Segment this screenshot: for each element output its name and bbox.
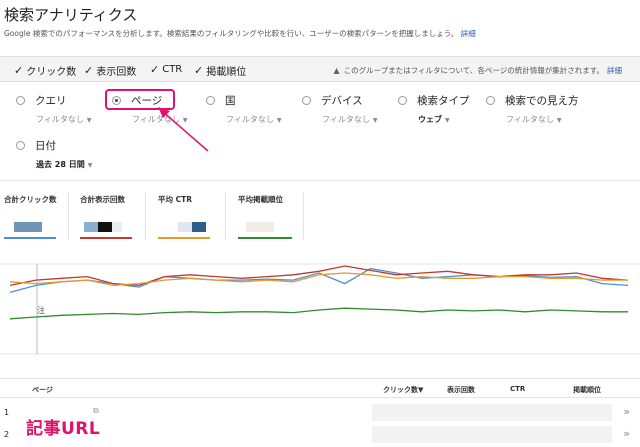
group-query[interactable]: クエリ フィルタなし ▼ <box>16 93 91 125</box>
check-icon: ✓ <box>150 63 160 76</box>
performance-line-chart <box>0 263 640 355</box>
total-clicks-card[interactable]: 合計クリック数 <box>4 194 57 205</box>
position-series-line <box>9 307 628 320</box>
caret-down-icon: ▼ <box>445 117 450 124</box>
caret-down-icon: ▼ <box>372 117 378 124</box>
divider <box>68 192 69 240</box>
clicks-checkbox-label: クリック数 <box>26 67 77 78</box>
chart-annotation-marker[interactable]: 注 <box>37 305 45 316</box>
check-icon: ✓ <box>194 64 204 77</box>
radio-icon[interactable] <box>302 96 311 105</box>
total-impressions-value-redacted <box>98 222 112 232</box>
note-details-link[interactable]: 詳細 <box>607 66 622 75</box>
caret-down-icon: ▼ <box>86 117 92 124</box>
total-impressions-value-redacted <box>84 222 98 232</box>
caret-down-icon: ▼ <box>556 117 562 124</box>
article-url-annotation: 記事URL <box>26 419 101 439</box>
row-values-redacted <box>372 426 612 443</box>
divider <box>303 192 304 240</box>
group-search-type-filter[interactable]: ウェブ ▼ <box>418 114 470 125</box>
total-impressions-value-redacted <box>112 222 122 232</box>
position-checkbox-label: 掲載順位 <box>206 67 247 78</box>
impressions-checkbox[interactable]: ✓ 表示回数 <box>84 63 136 78</box>
group-date[interactable]: 日付 過去 28 日間 ▼ <box>16 138 92 170</box>
avg-position-value-redacted <box>246 222 274 232</box>
check-icon: ✓ <box>84 64 94 77</box>
column-header-clicks[interactable]: クリック数▼ <box>383 385 423 395</box>
avg-position-card[interactable]: 平均掲載順位 <box>238 194 283 205</box>
group-query-label: クエリ <box>35 95 67 107</box>
total-clicks-label: 合計クリック数 <box>4 195 57 204</box>
position-checkbox[interactable]: ✓ 掲載順位 <box>194 63 246 78</box>
annotation-arrow-icon <box>158 107 209 152</box>
group-search-type[interactable]: 検索タイプ ウェブ ▼ <box>398 93 470 125</box>
expand-chevron-icon[interactable]: » <box>623 427 630 440</box>
radio-icon[interactable] <box>16 96 25 105</box>
radio-icon[interactable] <box>486 96 495 105</box>
ctr-checkbox-label: CTR <box>162 64 183 75</box>
group-search-type-label: 検索タイプ <box>417 95 470 107</box>
group-country-filter[interactable]: フィルタなし ▼ <box>226 114 281 125</box>
total-clicks-underline <box>4 237 56 239</box>
avg-ctr-value-redacted <box>192 222 206 232</box>
group-date-filter[interactable]: 過去 28 日間 ▼ <box>36 159 92 170</box>
ctr-checkbox[interactable]: ✓ CTR <box>150 63 182 76</box>
row-values-redacted <box>372 404 612 421</box>
page-title: 検索アナリティクス <box>4 6 138 24</box>
radio-icon[interactable] <box>16 141 25 150</box>
caret-down-icon: ▼ <box>87 162 93 169</box>
expand-chevron-icon[interactable]: » <box>623 405 630 418</box>
group-device-label: デバイス <box>321 95 363 107</box>
column-header-page[interactable]: ページ <box>32 385 53 395</box>
total-clicks-value-redacted <box>14 222 42 232</box>
column-header-position[interactable]: 掲載順位 <box>573 385 601 395</box>
divider <box>145 192 146 240</box>
caret-down-icon: ▼ <box>276 117 282 124</box>
check-icon: ✓ <box>14 64 24 77</box>
divider <box>0 180 640 181</box>
row-number: 2 <box>4 430 10 439</box>
subtitle-details-link[interactable]: 詳細 <box>461 29 476 38</box>
avg-ctr-value-redacted <box>178 222 192 232</box>
column-header-impressions[interactable]: 表示回数 <box>447 385 475 395</box>
impressions-checkbox-label: 表示回数 <box>96 67 137 78</box>
avg-ctr-card[interactable]: 平均 CTR <box>158 194 192 205</box>
group-search-appearance-label: 検索での見え方 <box>505 95 579 107</box>
warning-icon: ▲ <box>333 66 340 75</box>
page-subtitle: Google 検索でのパフォーマンスを分析します。検索結果のフィルタリングや比較… <box>4 28 476 39</box>
column-header-ctr[interactable]: CTR <box>510 385 525 393</box>
avg-position-underline <box>238 237 292 239</box>
radio-icon[interactable] <box>398 96 407 105</box>
table-header: ページ クリック数▼ 表示回数 CTR 掲載順位 <box>0 378 640 398</box>
aggregation-note-text: このグループまたはフィルタについて、各ページの統計情報が集計されます。 <box>343 66 604 75</box>
group-search-appearance[interactable]: 検索での見え方 フィルタなし ▼ <box>486 93 579 125</box>
group-query-filter[interactable]: フィルタなし ▼ <box>36 114 91 125</box>
row-number: 1 <box>4 408 10 417</box>
metrics-bar: ✓ クリック数 ✓ 表示回数 ✓ CTR ✓ 掲載順位 ▲ このグループまたはフィ… <box>0 56 640 82</box>
avg-ctr-underline <box>158 237 210 239</box>
radio-icon[interactable] <box>206 96 215 105</box>
group-date-label: 日付 <box>35 140 56 152</box>
avg-position-label: 平均掲載順位 <box>238 195 283 204</box>
total-impressions-card[interactable]: 合計表示回数 <box>80 194 125 205</box>
group-country-label: 国 <box>225 95 236 107</box>
clicks-checkbox[interactable]: ✓ クリック数 <box>14 63 76 78</box>
divider <box>225 192 226 240</box>
avg-ctr-label: 平均 CTR <box>158 195 193 204</box>
group-device[interactable]: デバイス フィルタなし ▼ <box>302 93 377 125</box>
subtitle-text: Google 検索でのパフォーマンスを分析します。検索結果のフィルタリングや比較… <box>4 29 459 38</box>
total-impressions-label: 合計表示回数 <box>80 195 125 204</box>
group-search-appearance-filter[interactable]: フィルタなし ▼ <box>506 114 579 125</box>
aggregation-note: ▲ このグループまたはフィルタについて、各ページの統計情報が集計されます。 詳細 <box>333 65 622 76</box>
group-device-filter[interactable]: フィルタなし ▼ <box>322 114 377 125</box>
total-impressions-underline <box>80 237 132 239</box>
